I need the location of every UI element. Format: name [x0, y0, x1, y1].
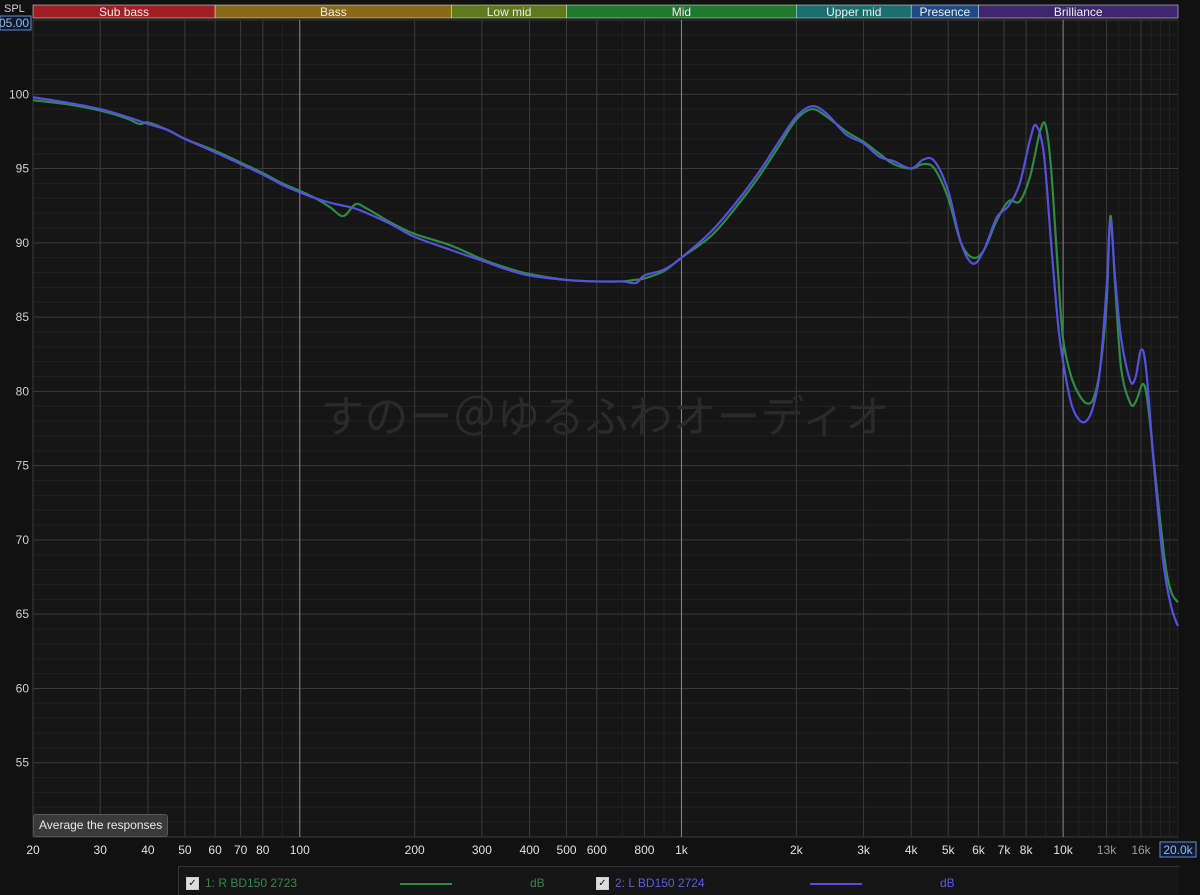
y-tick-label: 85	[16, 310, 30, 324]
x-tick-label: 30	[94, 843, 108, 857]
band-label: Upper mid	[826, 5, 881, 19]
x-tick-label: 6k	[972, 843, 986, 857]
x-tick-label: 20	[26, 843, 40, 857]
y-tick-label: 55	[16, 756, 30, 770]
x-tick-label: 800	[634, 843, 654, 857]
band-label: Sub bass	[99, 5, 149, 19]
x-tick-label: 40	[141, 843, 155, 857]
band-label: Mid	[672, 5, 691, 19]
x-tick-label: 7k	[998, 843, 1012, 857]
y-tick-label: 60	[16, 681, 30, 695]
band-segment: Sub bass	[32, 4, 216, 19]
y-tick-label: 75	[16, 459, 30, 473]
average-responses-button[interactable]: Average the responses	[33, 814, 169, 837]
x-tick-label: 60	[208, 843, 222, 857]
x-tick-label: 13k	[1097, 843, 1117, 857]
band-segment: Low mid	[451, 4, 567, 19]
band-segment: Bass	[214, 4, 452, 19]
x-tick-label: 8k	[1020, 843, 1034, 857]
series-1-label: 1: R BD150 2723	[205, 876, 298, 890]
y-top-value-box[interactable]: 105.00	[0, 15, 32, 31]
frequency-band-bar: Sub bass Bass Low mid Mid Upper mid Presence B…	[32, 4, 1179, 19]
x-tick-label: 400	[520, 843, 540, 857]
x-tick-label: 500	[557, 843, 577, 857]
band-label: Bass	[320, 5, 347, 19]
series-1-unit-text: dB	[530, 876, 545, 890]
series-2-label: 2: L BD150 2724	[615, 876, 705, 890]
x-tick-label: 50	[178, 843, 192, 857]
x-tick-label: 70	[234, 843, 248, 857]
band-label: Presence	[919, 5, 970, 19]
series-1-checkbox[interactable]: ✓	[186, 876, 199, 890]
x-tick-label: 5k	[942, 843, 956, 857]
x-tick-label: 100	[290, 843, 310, 857]
x-tick-label: 3k	[857, 843, 871, 857]
x-tick-label: 200	[405, 843, 425, 857]
y-tick-label: 70	[16, 533, 30, 547]
y-tick-label: 90	[16, 236, 30, 250]
band-label: Brilliance	[1054, 5, 1103, 19]
y-tick-label: 95	[16, 162, 30, 176]
series-1-swatch	[400, 883, 452, 885]
y-axis-title: SPL	[4, 3, 25, 15]
band-label: Low mid	[487, 5, 532, 19]
x-tick-label: 2k	[790, 843, 804, 857]
watermark: すのー＠ゆるふわオーディオ	[321, 393, 890, 442]
legend-item-series-2[interactable]: ✓ 2: L BD150 2724	[596, 872, 705, 894]
x-tick-label: 300	[472, 843, 492, 857]
series-2-unit: dB	[940, 872, 955, 894]
y-top-value-label: 105.00	[0, 16, 29, 30]
x-end-value-label: 20.0k	[1163, 843, 1193, 857]
x-tick-label: 10k	[1053, 843, 1073, 857]
x-tick-label: 1k	[675, 843, 689, 857]
band-segment: Presence	[910, 4, 979, 19]
series-1-unit: dB	[530, 872, 545, 894]
x-tick-label: 80	[256, 843, 270, 857]
y-tick-label: 100	[9, 87, 29, 101]
series-2-swatch	[810, 883, 862, 885]
y-tick-label: 65	[16, 607, 30, 621]
series-2-unit-text: dB	[940, 876, 955, 890]
x-tick-label: 4k	[905, 843, 919, 857]
band-segment: Brilliance	[978, 4, 1179, 19]
frequency-response-chart: Sub bass Bass Low mid Mid Upper mid Presence B…	[0, 0, 1200, 894]
x-tick-label: 16k	[1131, 843, 1151, 857]
series-2-checkbox[interactable]: ✓	[596, 876, 609, 890]
legend-item-series-1[interactable]: ✓ 1: R BD150 2723	[186, 872, 297, 894]
band-segment: Upper mid	[796, 4, 912, 19]
x-end-value-box[interactable]: 20.0k	[1159, 841, 1197, 858]
x-tick-label: 600	[587, 843, 607, 857]
band-segment: Mid	[566, 4, 797, 19]
y-tick-label: 80	[16, 384, 30, 398]
